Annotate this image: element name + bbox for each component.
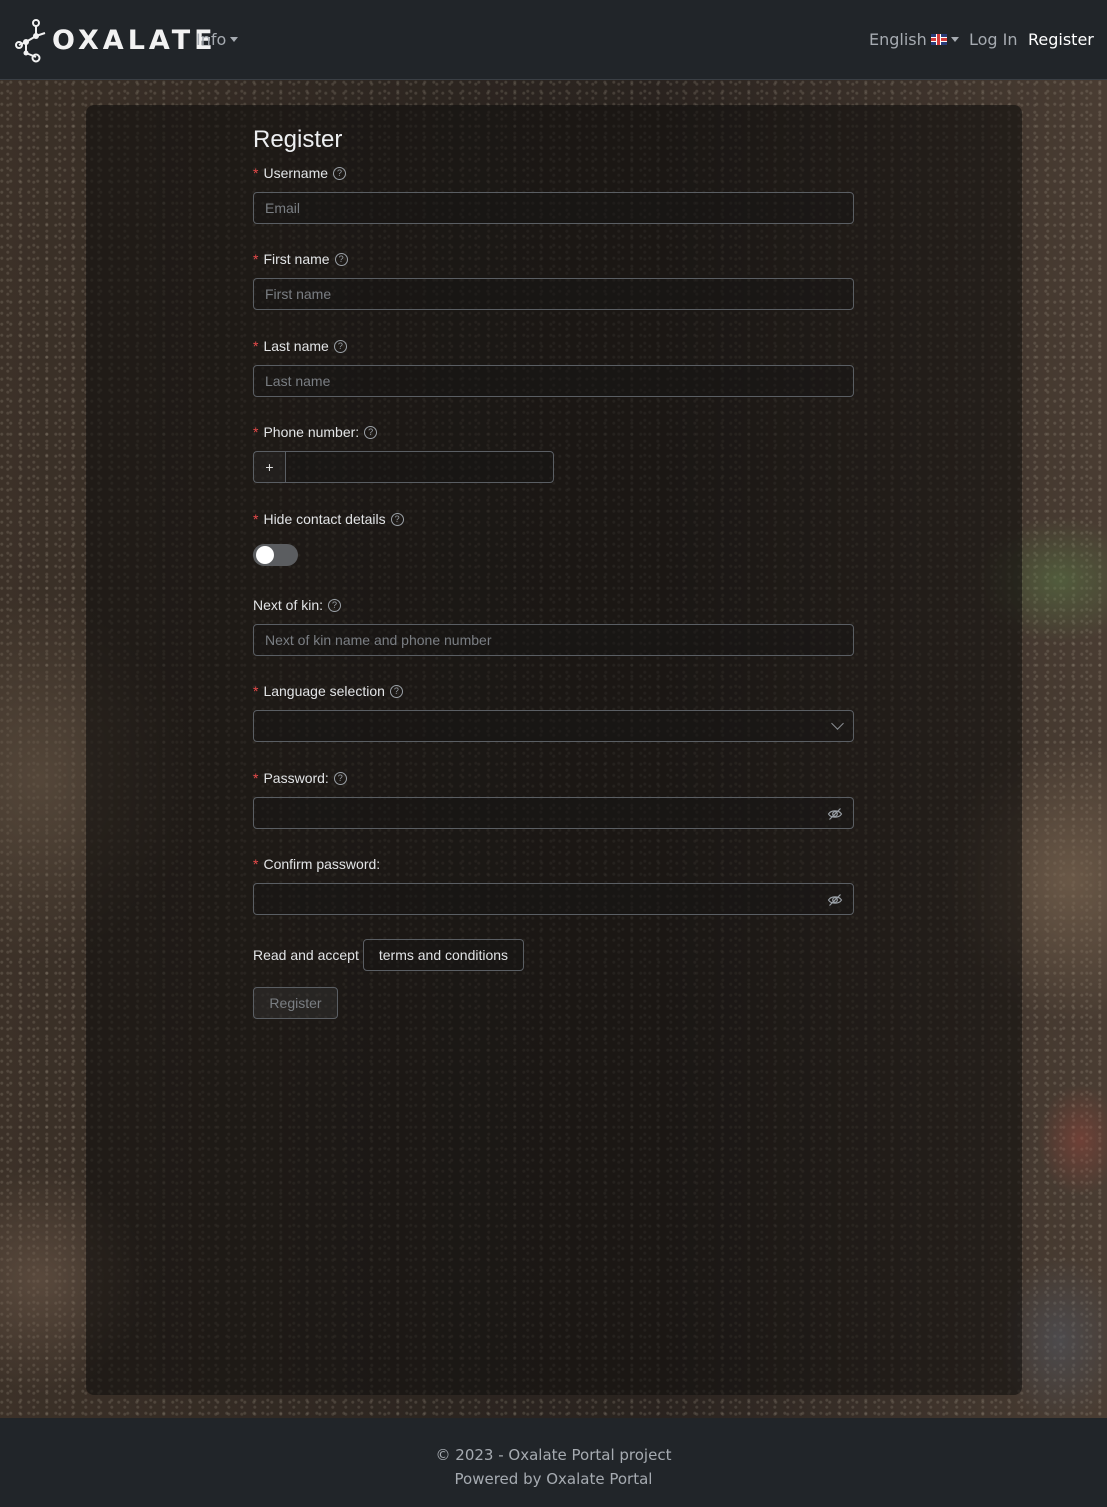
help-icon[interactable]: ? [364, 425, 378, 439]
first-name-input[interactable] [253, 278, 854, 310]
required-marker: * [253, 251, 259, 267]
required-marker: * [253, 424, 259, 440]
language-field-group: * Language selection ? [253, 682, 854, 742]
phone-input[interactable] [285, 451, 554, 483]
next-of-kin-field-group: Next of kin: ? [253, 596, 854, 656]
first-name-label-text: First name [263, 251, 330, 267]
last-name-field-group: * Last name ? [253, 337, 854, 397]
language-select[interactable] [253, 710, 854, 742]
password-label-text: Password: [263, 770, 329, 786]
phone-field-group: * Phone number: ? + [253, 423, 854, 483]
username-label-text: Username [263, 165, 329, 181]
terms-row: Read and accept terms and conditions [253, 939, 525, 971]
password-field-group: * Password: ? [253, 769, 854, 829]
brand-name: OXALATE [52, 24, 217, 56]
hide-contact-label-text: Hide contact details [263, 511, 386, 527]
terms-and-conditions-button[interactable]: terms and conditions [362, 939, 525, 971]
chevron-down-icon [831, 717, 844, 730]
chevron-down-icon [947, 30, 959, 49]
confirm-password-label-text: Confirm password: [263, 856, 381, 872]
hide-contact-label: * Hide contact details ? [253, 510, 854, 528]
last-name-input[interactable] [253, 365, 854, 397]
language-selection-label-text: Language selection [263, 683, 385, 699]
terms-text: Read and accept [253, 947, 359, 963]
help-icon[interactable]: ? [390, 512, 404, 526]
nav-language-dropdown[interactable]: English [869, 30, 959, 49]
first-name-field-group: * First name ? [253, 250, 854, 310]
footer-copyright: © 2023 - Oxalate Portal project [435, 1446, 672, 1464]
help-icon[interactable]: ? [328, 598, 342, 612]
register-form: Register * Username ? * First name ? * L… [253, 124, 854, 1019]
hide-contact-field-group: * Hide contact details ? [253, 510, 854, 566]
help-icon[interactable]: ? [333, 339, 347, 353]
nav-login-link[interactable]: Log In [969, 30, 1018, 49]
eye-invisible-icon[interactable] [827, 806, 843, 822]
hide-contact-toggle[interactable] [253, 544, 298, 566]
top-navbar: OXALATE Info English Log In Register [0, 0, 1107, 80]
required-marker: * [253, 683, 259, 699]
register-submit-button[interactable]: Register [253, 987, 338, 1019]
help-icon[interactable]: ? [333, 771, 347, 785]
nav-register-link[interactable]: Register [1028, 30, 1094, 49]
username-field-group: * Username ? [253, 164, 854, 224]
language-selection-label: * Language selection ? [253, 682, 854, 700]
footer-powered-by: Powered by Oxalate Portal [454, 1470, 653, 1488]
first-name-label: * First name ? [253, 250, 854, 268]
phone-prefix: + [253, 451, 285, 483]
confirm-password-field-group: * Confirm password: [253, 855, 854, 915]
help-icon[interactable]: ? [333, 166, 347, 180]
toggle-knob [256, 546, 274, 564]
username-input[interactable] [253, 192, 854, 224]
phone-input-group: + [253, 451, 554, 483]
confirm-password-label: * Confirm password: [253, 855, 854, 873]
next-of-kin-input[interactable] [253, 624, 854, 656]
page-title: Register [253, 126, 343, 153]
brand-logo[interactable]: OXALATE [14, 17, 217, 63]
next-of-kin-label-text: Next of kin: [253, 597, 324, 613]
last-name-label-text: Last name [263, 338, 329, 354]
phone-label: * Phone number: ? [253, 423, 854, 441]
required-marker: * [253, 856, 259, 872]
help-icon[interactable]: ? [389, 684, 403, 698]
next-of-kin-label: Next of kin: ? [253, 596, 854, 614]
phone-label-text: Phone number: [263, 424, 360, 440]
uk-flag-icon [930, 34, 947, 45]
eye-invisible-icon[interactable] [827, 892, 843, 908]
page-footer: © 2023 - Oxalate Portal project Powered … [0, 1418, 1107, 1507]
required-marker: * [253, 165, 259, 181]
last-name-label: * Last name ? [253, 337, 854, 355]
nav-info-dropdown[interactable]: Info [196, 30, 238, 49]
password-input[interactable] [253, 797, 854, 829]
required-marker: * [253, 511, 259, 527]
confirm-password-input[interactable] [253, 883, 854, 915]
password-label: * Password: ? [253, 769, 854, 787]
molecule-logo-icon [15, 19, 46, 63]
required-marker: * [253, 338, 259, 354]
required-marker: * [253, 770, 259, 786]
username-label: * Username ? [253, 164, 854, 182]
language-label: English [869, 30, 927, 49]
help-icon[interactable]: ? [334, 252, 348, 266]
